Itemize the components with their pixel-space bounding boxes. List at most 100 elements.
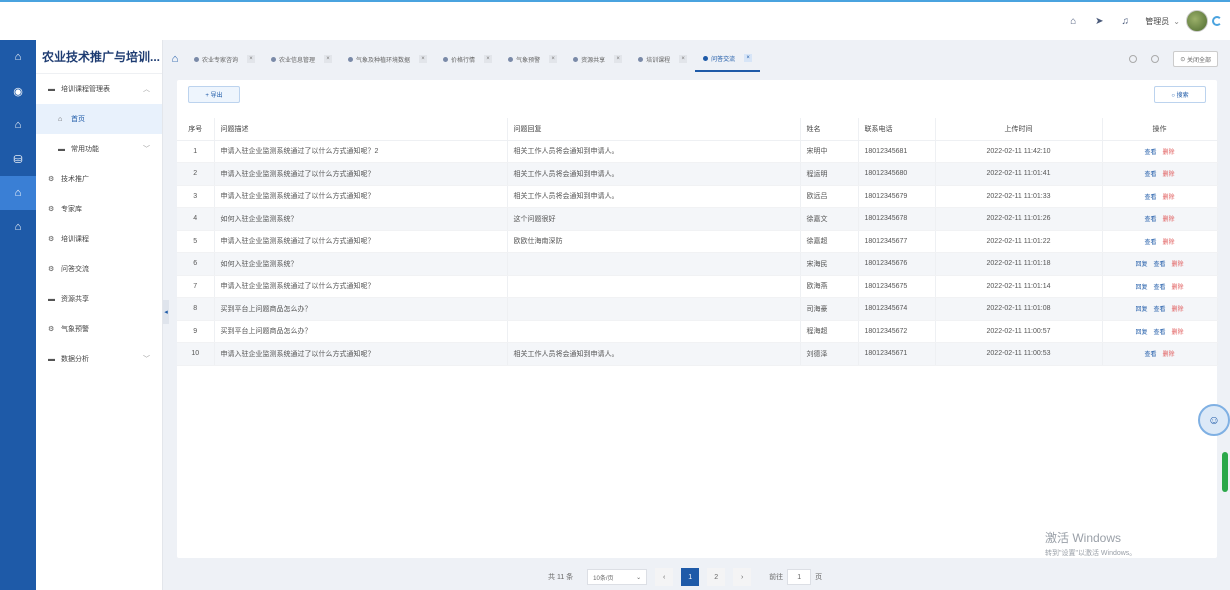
view-button[interactable]: 查看 — [1153, 307, 1165, 313]
row-number: 2 — [177, 162, 215, 186]
scroll-right-icon[interactable] — [1151, 55, 1160, 63]
tab-close-icon[interactable]: × — [419, 55, 428, 63]
table-row: 3 申请入驻企业监测系统通过了以什么方式通知呢？ 相关工作人员将会通知到申请人。 欧远… — [177, 185, 1218, 208]
delete-button[interactable]: 删除 — [1163, 352, 1175, 358]
sidebar-item[interactable]: ▬ 资源共享 — [36, 284, 162, 314]
table-row: 2 申请入驻企业监测系统通过了以什么方式通知呢？ 相关工作人员将会通知到申请人。 程运… — [177, 162, 1218, 186]
tab[interactable]: 问答交流 × — [695, 46, 761, 72]
tab[interactable]: 资源共享 × — [565, 46, 630, 72]
search-button[interactable]: ○ 搜索 — [1154, 86, 1206, 103]
reply-button[interactable]: 回复 — [1135, 262, 1147, 268]
chevron-icon: ︿ — [143, 86, 150, 93]
next-page-button[interactable]: › — [733, 568, 752, 586]
view-button[interactable]: 查看 — [1153, 262, 1165, 268]
side-scroll-indicator[interactable] — [1222, 452, 1228, 492]
chevron-icon: ﹀ — [143, 146, 150, 153]
delete-button[interactable]: 删除 — [1163, 217, 1175, 223]
question-cell: 申请入驻企业监测系统通过了以什么方式通知呢？ — [214, 275, 508, 298]
main-panel: + 导出 ○ 搜索 序号 问题描述 问题回复 姓名 联系电话 上传时间 操作 1… — [177, 80, 1218, 558]
rail-home-icon-active[interactable]: ⌂ — [0, 176, 36, 210]
view-button[interactable]: 查看 — [1144, 217, 1156, 223]
actions-cell: 回复 查看 删除 — [1102, 320, 1218, 343]
tabs-home-icon[interactable]: ⌂ — [164, 53, 186, 65]
delete-button[interactable]: 删除 — [1163, 150, 1175, 156]
view-button[interactable]: 查看 — [1144, 352, 1156, 358]
delete-button[interactable]: 删除 — [1163, 195, 1175, 201]
delete-button[interactable]: 删除 — [1172, 330, 1184, 336]
question-cell: 申请入驻企业监测系统通过了以什么方式通知呢？ — [214, 342, 508, 366]
user-name[interactable]: 管理员 — [1145, 16, 1169, 27]
question-cell: 买到平台上问题商品怎么办？ — [214, 320, 508, 343]
rail-home-icon[interactable]: ⌂ — [0, 40, 36, 74]
customer-service-icon[interactable]: ☺ — [1198, 404, 1230, 436]
reply-button[interactable]: 回复 — [1135, 285, 1147, 291]
phone-cell: 18012345680 — [858, 162, 936, 186]
time-cell: 2022-02-11 11:01:41 — [935, 162, 1103, 186]
page-size-select[interactable]: 10条/页 ⌄ — [587, 569, 648, 585]
delete-button[interactable]: 删除 — [1172, 285, 1184, 291]
delete-button[interactable]: 删除 — [1172, 307, 1184, 313]
sidebar-item[interactable]: ⚙ 培训课程 — [36, 224, 162, 254]
sidebar-item[interactable]: ▬ 常用功能 ﹀ — [36, 134, 162, 164]
actions-cell: 查看 删除 — [1102, 342, 1218, 366]
export-button[interactable]: + 导出 — [188, 86, 240, 103]
rail-database-icon[interactable]: ⛁ — [0, 142, 36, 176]
tab[interactable]: 气象预警 × — [500, 46, 565, 72]
sidebar-item[interactable]: ▬ 培训课程管理表 ︿ — [36, 74, 162, 104]
delete-button[interactable]: 删除 — [1163, 240, 1175, 246]
reply-button[interactable]: 回复 — [1135, 330, 1147, 336]
tab-close-icon[interactable]: × — [247, 55, 256, 63]
chevron-down-icon[interactable]: ⌄ — [1173, 17, 1180, 26]
tab[interactable]: 农业专家咨询 × — [186, 46, 263, 72]
tab-close-icon[interactable]: × — [679, 55, 688, 63]
bell-icon[interactable]: ♫ — [1119, 15, 1131, 27]
row-number: 3 — [177, 185, 215, 208]
tab[interactable]: 气象及种植环境数据 × — [340, 46, 435, 72]
rail-home-icon-2[interactable]: ⌂ — [0, 108, 36, 142]
time-cell: 2022-02-11 11:01:18 — [935, 252, 1103, 276]
close-all-tabs-button[interactable]: ⊙ 关闭全部 — [1173, 51, 1218, 67]
reply-cell — [507, 297, 801, 321]
home-icon[interactable]: ⌂ — [1067, 15, 1079, 27]
view-button[interactable]: 查看 — [1144, 172, 1156, 178]
prev-page-button[interactable]: ‹ — [655, 568, 674, 586]
tab-close-icon[interactable]: × — [744, 54, 753, 62]
qa-table: 序号 问题描述 问题回复 姓名 联系电话 上传时间 操作 1 申请入驻企业监测系统… — [177, 118, 1218, 366]
sidebar-item[interactable]: ⚙ 气象预警 — [36, 314, 162, 344]
tab[interactable]: 培训课程 × — [630, 46, 695, 72]
tab[interactable]: 价格行情 × — [435, 46, 500, 72]
view-button[interactable]: 查看 — [1144, 150, 1156, 156]
avatar[interactable] — [1186, 10, 1208, 32]
sidebar-item-label: 首页 — [71, 116, 85, 123]
delete-button[interactable]: 删除 — [1172, 262, 1184, 268]
view-button[interactable]: 查看 — [1144, 195, 1156, 201]
rail-target-icon[interactable]: ◉ — [0, 74, 36, 108]
view-button[interactable]: 查看 — [1153, 285, 1165, 291]
tab-label: 农业专家咨询 — [202, 57, 239, 64]
tab-close-icon[interactable]: × — [614, 55, 623, 63]
view-button[interactable]: 查看 — [1153, 330, 1165, 336]
sidebar-item[interactable]: ⚙ 问答交流 — [36, 254, 162, 284]
rail-home-icon-3[interactable]: ⌂ — [0, 210, 36, 244]
question-cell: 申请入驻企业监测系统通过了以什么方式通知呢？2 — [214, 140, 508, 163]
delete-button[interactable]: 删除 — [1163, 172, 1175, 178]
tab[interactable]: 农业信息管理 × — [263, 46, 340, 72]
send-icon[interactable]: ➤ — [1093, 15, 1105, 27]
sidebar-collapse-handle[interactable]: ◂ — [163, 300, 169, 324]
scroll-left-icon[interactable] — [1129, 55, 1138, 63]
page-1-button[interactable]: 1 — [681, 568, 700, 586]
sidebar-item[interactable]: ⚙ 专家库 — [36, 194, 162, 224]
tab-dot-icon — [194, 56, 199, 62]
view-button[interactable]: 查看 — [1144, 240, 1156, 246]
goto-page-input[interactable]: 1 — [787, 569, 812, 585]
sidebar-item[interactable]: ⚙ 技术推广 — [36, 164, 162, 194]
page-2-button[interactable]: 2 — [707, 568, 726, 586]
tab-close-icon[interactable]: × — [324, 55, 333, 63]
sidebar-item[interactable]: ▬ 数据分析 ﹀ — [36, 344, 162, 374]
reply-button[interactable]: 回复 — [1135, 307, 1147, 313]
name-cell: 欧海燕 — [800, 275, 859, 298]
sidebar-item[interactable]: ⌂ 首页 — [36, 104, 162, 134]
tab-label: 气象及种植环境数据 — [356, 57, 411, 64]
tab-close-icon[interactable]: × — [484, 55, 493, 63]
tab-close-icon[interactable]: × — [549, 55, 558, 63]
